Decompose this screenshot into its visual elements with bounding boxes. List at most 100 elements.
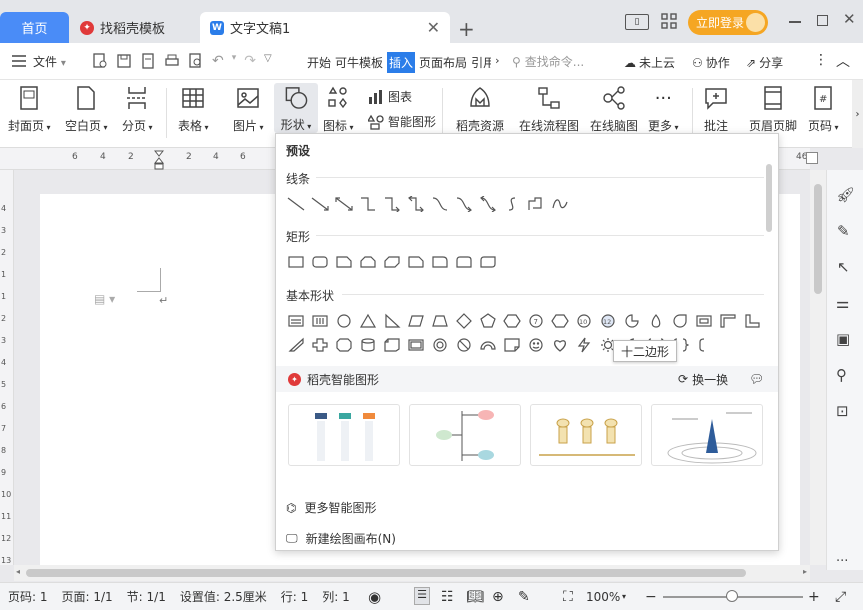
cloud-status[interactable]: ☁ 未上云 xyxy=(624,54,675,71)
output-icon[interactable] xyxy=(140,53,156,69)
undo-icon[interactable]: ↶ xyxy=(212,53,224,69)
quick-access-chevron-icon[interactable]: ▽ xyxy=(264,53,272,69)
rounded-rectangle-shape-icon[interactable] xyxy=(308,252,332,272)
round-same-side-rectangle-icon[interactable] xyxy=(452,252,476,272)
zoom-slider-handle[interactable] xyxy=(725,590,738,602)
round-single-corner-rectangle-icon[interactable] xyxy=(428,252,452,272)
chord-shape-icon[interactable] xyxy=(668,311,692,331)
icon-button[interactable]: 图标 ▾ xyxy=(323,85,354,134)
page-view-icon[interactable]: ☰ xyxy=(414,587,430,605)
fit-page-icon[interactable]: ⛶ xyxy=(563,589,573,605)
curved-double-arrow-icon[interactable] xyxy=(476,194,500,214)
login-button[interactable]: 立即登录 xyxy=(688,10,768,35)
share-button[interactable]: ⇗ 分享 xyxy=(746,54,783,71)
zoom-in-icon[interactable]: + xyxy=(808,589,820,605)
eye-protect-icon[interactable]: ◉ xyxy=(368,588,381,606)
snip-diagonal-rectangle-icon[interactable] xyxy=(380,252,404,272)
smiley-face-shape-icon[interactable] xyxy=(524,335,548,355)
folded-corner-shape-icon[interactable] xyxy=(500,335,524,355)
tab-home[interactable]: 首页 xyxy=(0,12,69,43)
pentagon-shape-icon[interactable] xyxy=(476,311,500,331)
close-tab-icon[interactable]: ✕ xyxy=(427,18,440,37)
new-canvas-button[interactable]: 🖵︎ 新建绘图画布(N) xyxy=(286,530,396,547)
tab-page-layout[interactable]: 页面布局 xyxy=(419,54,467,73)
picture-button[interactable]: 图片 ▾ xyxy=(233,85,264,134)
print-preview-icon[interactable] xyxy=(188,53,204,69)
dropdown-scrollbar[interactable] xyxy=(766,164,772,232)
smart-graphic-thumb-4[interactable] xyxy=(651,404,763,466)
more-rail-icon[interactable]: ··· xyxy=(836,554,848,569)
tab-templates[interactable]: ✦ 找稻壳模板 xyxy=(80,12,198,43)
more-insert-button[interactable]: ··· 更多 ▾ xyxy=(648,85,679,134)
snip-round-rectangle-icon[interactable] xyxy=(404,252,428,272)
teardrop-shape-icon[interactable] xyxy=(644,311,668,331)
collapse-ribbon-icon[interactable]: ︿ xyxy=(836,51,850,71)
refresh-button[interactable]: ⟳ 换一换 xyxy=(678,371,728,388)
hamburger-icon[interactable] xyxy=(12,55,26,70)
cover-page-button[interactable]: 封面页 ▾ xyxy=(8,85,51,134)
left-bracket-shape-icon[interactable] xyxy=(692,335,716,355)
tab-keniu-template[interactable]: 可牛模板 xyxy=(335,54,383,73)
triangle-shape-icon[interactable] xyxy=(356,311,380,331)
right-triangle-shape-icon[interactable] xyxy=(380,311,404,331)
command-search[interactable]: ⚲ 查找命令... xyxy=(512,53,584,70)
page-number-button[interactable]: # 页码 ▾ xyxy=(808,85,839,134)
octagon-shape-icon[interactable] xyxy=(548,311,572,331)
location-icon[interactable]: ⚲ xyxy=(836,366,847,384)
doc-float-tool-icon[interactable]: ▤ ▾ xyxy=(94,292,115,306)
outline-view-icon[interactable]: ☷ xyxy=(441,589,454,605)
diamond-shape-icon[interactable] xyxy=(452,311,476,331)
cube-shape-icon[interactable] xyxy=(380,335,404,355)
smart-graphic-thumb-1[interactable] xyxy=(288,404,400,466)
vertical-scrollbar[interactable] xyxy=(810,170,826,565)
page-break-button[interactable]: 分页 ▾ xyxy=(122,85,153,134)
more-smart-graphics-button[interactable]: ⌬ 更多智能图形 xyxy=(286,499,377,516)
dodecagon-shape-icon[interactable]: 12 xyxy=(596,311,620,331)
export-pdf-icon[interactable] xyxy=(92,53,108,69)
minimize-icon[interactable] xyxy=(789,21,801,23)
snip-corner-rectangle-icon[interactable] xyxy=(332,252,356,272)
online-flowchart-button[interactable]: 在线流程图 xyxy=(519,85,579,134)
zoom-out-icon[interactable]: − xyxy=(645,589,657,605)
undo-menu-icon[interactable]: ▾ xyxy=(232,53,237,69)
plus-shape-icon[interactable] xyxy=(308,335,332,355)
snip-same-side-rectangle-icon[interactable] xyxy=(356,252,380,272)
cursor-icon[interactable]: ↖ xyxy=(837,258,850,276)
rocket-icon[interactable]: 🚀︎ xyxy=(836,186,855,204)
daoke-resource-button[interactable]: 稻壳资源 xyxy=(456,85,504,134)
elbow-connector-icon[interactable] xyxy=(356,194,380,214)
shape-button[interactable]: 形状 ▾ xyxy=(274,83,318,133)
decagon-shape-icon[interactable]: 10 xyxy=(572,311,596,331)
vertical-ruler[interactable]: 4 3 2 1 1 2 3 4 5 6 7 8 9 10 11 12 13 xyxy=(0,170,14,565)
ribbon-scroll-right-icon[interactable]: › xyxy=(852,80,863,148)
sliders-icon[interactable]: ⚌ xyxy=(836,294,849,312)
pen-icon[interactable]: ✎ xyxy=(837,222,850,240)
more-vertical-icon[interactable]: ⋮ xyxy=(814,52,828,68)
elbow-arrow-connector-icon[interactable] xyxy=(380,194,404,214)
tab-reference[interactable]: 引用 xyxy=(471,54,491,73)
curved-connector-icon[interactable] xyxy=(428,194,452,214)
vertical-textbox-shape-icon[interactable] xyxy=(308,311,332,331)
scroll-left-icon[interactable]: ◂ xyxy=(16,567,20,576)
smart-art-button[interactable]: 智能图形 xyxy=(368,113,436,130)
trapezoid-shape-icon[interactable] xyxy=(428,311,452,331)
fullscreen-icon[interactable]: ⤢ xyxy=(835,589,846,605)
write-mode-icon[interactable]: ✎ xyxy=(518,589,530,605)
collab-button[interactable]: ⚇ 协作 xyxy=(692,54,730,71)
heptagon-shape-icon[interactable]: 7 xyxy=(524,311,548,331)
zoom-value[interactable]: 100% xyxy=(586,590,620,604)
donut-shape-icon[interactable] xyxy=(428,335,452,355)
web-view-icon[interactable]: ⊕ xyxy=(492,589,504,605)
smart-graphic-thumb-3[interactable] xyxy=(530,404,642,466)
block-arc-shape-icon[interactable] xyxy=(476,335,500,355)
freeform-shape-icon[interactable] xyxy=(524,194,548,214)
apps-grid-icon[interactable] xyxy=(661,13,677,32)
redo-icon[interactable]: ↷ xyxy=(244,53,256,69)
tab-document[interactable]: W 文字文稿1 ✕ xyxy=(200,12,450,43)
arrow-shape-icon[interactable] xyxy=(308,194,332,214)
frame-shape-icon[interactable] xyxy=(692,311,716,331)
image-tool-icon[interactable]: ▣ xyxy=(836,330,850,348)
elbow-double-arrow-icon[interactable] xyxy=(404,194,428,214)
curve-shape-icon[interactable] xyxy=(500,194,524,214)
l-shape-icon[interactable] xyxy=(740,311,764,331)
